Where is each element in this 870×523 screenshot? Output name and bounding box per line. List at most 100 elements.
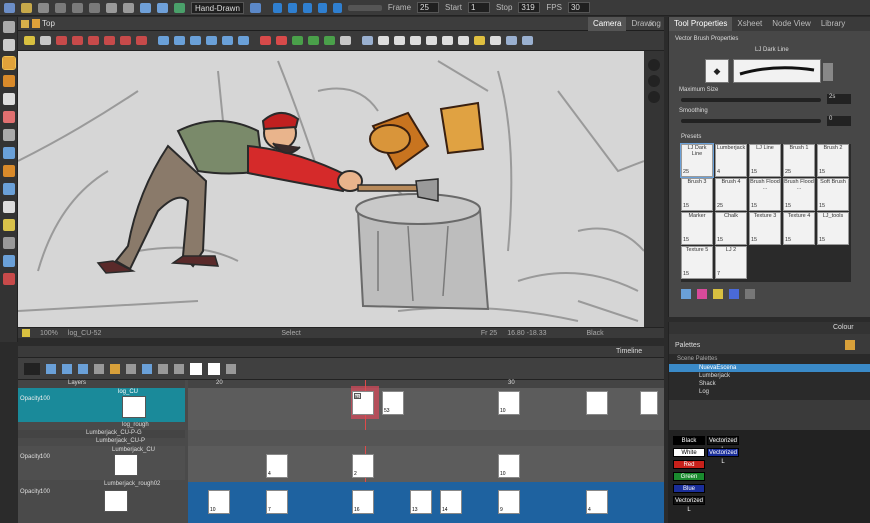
italic-icon[interactable] <box>72 36 83 45</box>
cut-icon[interactable] <box>55 2 66 13</box>
stop-field[interactable]: 319 <box>518 2 541 13</box>
playback-speed-slider[interactable] <box>347 4 382 11</box>
open-folder-icon[interactable] <box>21 2 32 13</box>
frame-cell[interactable]: 4 <box>586 490 608 514</box>
render-icon[interactable] <box>157 2 168 13</box>
layer-row[interactable]: log_rough <box>18 422 185 430</box>
cube-4-icon[interactable] <box>206 36 217 45</box>
rotation-icon[interactable] <box>648 75 660 87</box>
preset-item[interactable]: Brush 4 25 <box>715 178 747 211</box>
opacity-value[interactable]: 100 <box>40 454 50 460</box>
view-sphere-icon[interactable] <box>648 59 660 71</box>
layer-icon[interactable] <box>140 2 151 13</box>
onion-skin-icon[interactable] <box>142 363 152 374</box>
play-icon[interactable] <box>272 2 282 13</box>
swatch-blue[interactable]: Blue <box>673 484 705 493</box>
undo-icon[interactable] <box>106 2 117 13</box>
preset-grid-icon[interactable] <box>745 289 755 299</box>
preset-item[interactable]: Soft Brush 15 <box>817 178 849 211</box>
start-field[interactable]: 1 <box>467 2 490 13</box>
palette-item[interactable]: Lumberjack <box>669 372 870 380</box>
cross-icon[interactable] <box>442 36 453 45</box>
cycle-icon[interactable] <box>158 363 168 374</box>
panel-menu-icon[interactable]: ✕ <box>648 19 656 30</box>
sound-icon[interactable] <box>317 2 327 13</box>
sheet-icon[interactable] <box>506 36 517 45</box>
cube-5-icon[interactable] <box>222 36 233 45</box>
opacity-value[interactable]: 100 <box>40 489 50 495</box>
line-tool-icon[interactable] <box>3 147 15 159</box>
superscript-icon[interactable] <box>136 36 147 45</box>
fps-field[interactable]: 30 <box>567 2 590 13</box>
light-icon[interactable] <box>474 36 485 45</box>
add-layer-icon[interactable] <box>46 363 56 374</box>
new-file-icon[interactable] <box>4 2 15 13</box>
smoothing-slider[interactable] <box>681 119 821 123</box>
color-swatch-icon[interactable] <box>3 273 15 285</box>
preset-item[interactable]: Chalk 15 <box>715 212 747 245</box>
preset-texture-icon[interactable] <box>729 289 739 299</box>
cube-1-icon[interactable] <box>158 36 169 45</box>
tab-xsheet[interactable]: Xsheet <box>732 17 767 31</box>
brush-tool-icon[interactable] <box>2 56 16 70</box>
tab-drawing[interactable]: Drawing <box>626 17 665 31</box>
keyframe-icon[interactable] <box>62 363 72 374</box>
text-tool-icon[interactable] <box>3 93 15 105</box>
swatch-red[interactable]: Red <box>673 460 705 469</box>
zoom-tool-icon[interactable] <box>3 219 15 231</box>
opacity-value[interactable]: 100 <box>40 396 50 402</box>
paint-tool-icon[interactable] <box>3 183 15 195</box>
cube-2-icon[interactable] <box>174 36 185 45</box>
preset-item[interactable]: LJ_tools 15 <box>817 212 849 245</box>
palette-color-icon[interactable] <box>845 340 855 350</box>
swatch-vectorized-side[interactable]: Vectorized L <box>707 448 739 465</box>
copy-icon[interactable] <box>72 2 83 13</box>
frame-cell[interactable]: 53 <box>382 391 404 415</box>
eye-icon[interactable] <box>648 91 660 103</box>
stop-motion-icon[interactable] <box>126 363 136 374</box>
preset-item[interactable]: Texture 3 15 <box>749 212 781 245</box>
redo-icon[interactable] <box>123 2 134 13</box>
tab-library[interactable]: Library <box>816 17 850 31</box>
preset-brush-icon[interactable] <box>697 289 707 299</box>
frame-cell[interactable]: 13 <box>410 490 432 514</box>
lock-icon[interactable] <box>410 36 421 45</box>
preset-item[interactable]: Marker 15 <box>681 212 713 245</box>
grid-icon[interactable] <box>362 36 373 45</box>
brush-tip-preview[interactable]: ◆ <box>705 59 729 83</box>
home-icon[interactable] <box>21 20 29 28</box>
preset-item[interactable]: Texture 5 15 <box>681 246 713 279</box>
grid-toggle-icon[interactable] <box>226 363 236 374</box>
pencil-tool-icon[interactable] <box>3 75 15 87</box>
frame-cell[interactable]: 10 <box>208 490 230 514</box>
light-bulb-icon[interactable] <box>24 36 35 45</box>
frame-icon[interactable] <box>394 36 405 45</box>
mode-select[interactable]: Hand-Drawn <box>191 1 244 14</box>
grid-view-icon[interactable] <box>522 36 533 45</box>
pen-icon[interactable] <box>458 36 469 45</box>
light-status-icon[interactable] <box>22 329 30 337</box>
palette-item[interactable]: Log <box>669 388 870 396</box>
save-icon[interactable] <box>38 2 49 13</box>
frame-mode-icon[interactable] <box>174 363 184 374</box>
onion-icon[interactable] <box>378 36 389 45</box>
reset-all-icon[interactable] <box>324 36 335 45</box>
contour-editor-icon[interactable] <box>3 39 15 51</box>
layer-row[interactable]: Lumberjack_CU Opacity: 100 <box>18 446 185 480</box>
keyframe-remove-icon[interactable] <box>78 363 88 374</box>
palette-item[interactable]: NuevaEscena <box>669 364 870 372</box>
paste-icon[interactable] <box>89 2 100 13</box>
preset-item[interactable]: Brush Flood ... 15 <box>783 178 815 211</box>
volume-icon[interactable] <box>332 2 342 13</box>
preset-globe-icon[interactable] <box>681 289 691 299</box>
smoothing-field[interactable]: 0 <box>827 116 851 126</box>
preset-item[interactable]: Lumberjack 4 <box>715 144 747 177</box>
frame-field[interactable]: 25 <box>417 2 440 13</box>
frame-cell[interactable]: 16 <box>352 490 374 514</box>
frame-ruler[interactable]: 20 30 <box>188 380 664 388</box>
frame-cell[interactable]: 10 <box>498 454 520 478</box>
timeline-frames[interactable]: 20 30 52 53 10 4 2 10 10 7 16 13 14 9 4 <box>188 380 664 523</box>
frame-cell[interactable]: 2 <box>352 454 374 478</box>
rotate-cw-icon[interactable] <box>260 36 271 45</box>
transform-tool-icon[interactable] <box>3 237 15 249</box>
